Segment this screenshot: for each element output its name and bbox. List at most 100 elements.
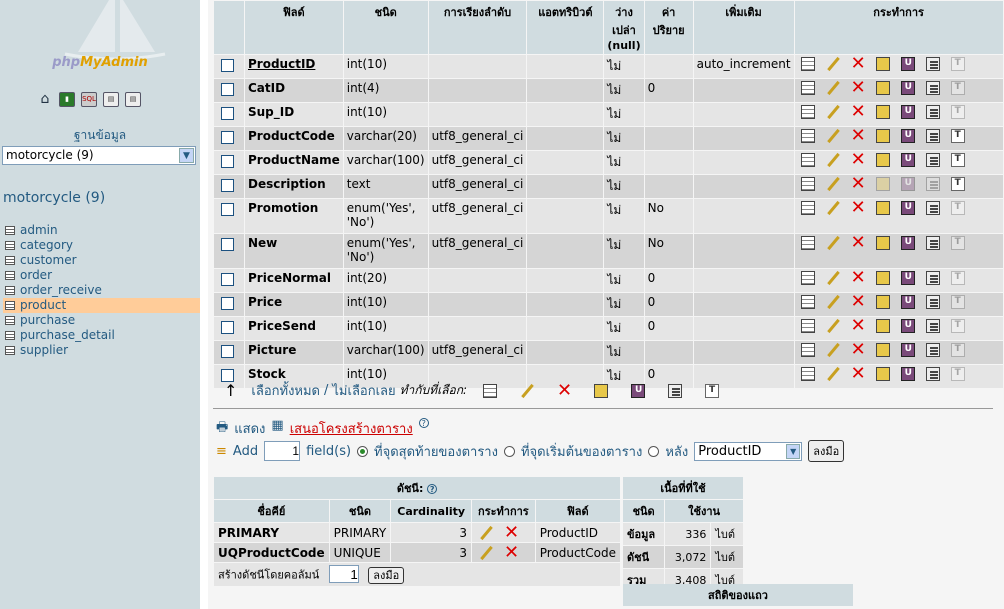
unique-icon[interactable] [900,129,915,143]
drop-icon[interactable]: ✕ [851,55,866,73]
row-checkbox[interactable] [221,83,234,96]
index-icon[interactable] [925,295,940,309]
drop-icon[interactable]: ✕ [851,317,866,335]
row-checkbox[interactable] [221,273,234,286]
table-icon[interactable] [5,301,15,310]
sidebar-item-label[interactable]: category [20,238,73,253]
edit-icon[interactable] [826,367,840,381]
field-count-input[interactable] [264,441,301,461]
index-icon[interactable] [925,236,940,250]
row-checkbox[interactable] [221,203,234,216]
primary-key-icon[interactable] [875,177,890,191]
help-icon[interactable]: ? [418,418,429,428]
sidebar-item-label[interactable]: supplier [20,343,68,358]
index-icon[interactable] [925,129,940,143]
bulk-index-icon[interactable] [668,383,683,398]
unique-icon[interactable] [900,236,915,250]
row-checkbox[interactable] [221,155,234,168]
primary-key-icon[interactable] [875,57,890,71]
sidebar-item-label[interactable]: order_receive [20,283,102,298]
drop-icon[interactable]: ✕ [851,103,866,121]
create-index-go-button[interactable]: ลงมือ [368,566,405,584]
add-field-go-button[interactable]: ลงมือ [808,440,845,462]
primary-key-icon[interactable] [875,319,890,333]
browse-icon[interactable] [800,343,815,357]
drop-icon[interactable]: ✕ [851,127,866,145]
fulltext-icon[interactable] [950,295,965,309]
browse-icon[interactable] [800,295,815,309]
bulk-fulltext-icon[interactable] [705,383,720,398]
fulltext-icon[interactable] [950,57,965,71]
after-field-select[interactable]: ProductID ▼ [694,441,803,461]
propose-structure-icon[interactable]: ▦ [271,418,283,440]
row-checkbox[interactable] [221,321,234,334]
index-icon[interactable] [925,201,940,215]
browse-icon[interactable] [800,201,815,215]
sidebar-item-supplier[interactable]: supplier [3,343,200,358]
sidebar-item-label[interactable]: order [20,268,52,283]
table-icon[interactable] [5,286,15,295]
after-radio[interactable] [648,445,660,457]
bulk-primary-icon[interactable] [594,383,609,398]
sidebar-item-purchase-detail[interactable]: purchase_detail [3,328,200,343]
index-icon[interactable] [925,153,940,167]
primary-key-icon[interactable] [875,153,890,167]
sidebar-item-label[interactable]: admin [20,223,58,238]
phpmyadmin-logo[interactable]: phpMyAdmin [0,55,200,70]
primary-key-icon[interactable] [875,201,890,215]
home-icon[interactable]: ⌂ [37,92,53,107]
primary-key-icon[interactable] [875,295,890,309]
unique-icon[interactable] [900,153,915,167]
unique-icon[interactable] [900,295,915,309]
edit-icon[interactable] [479,546,493,560]
row-checkbox[interactable] [221,179,234,192]
browse-icon[interactable] [800,153,815,167]
unique-icon[interactable] [900,343,915,357]
browse-icon[interactable] [800,367,815,381]
edit-icon[interactable] [826,57,840,71]
edit-icon[interactable] [826,81,840,95]
sql-icon[interactable]: SQL [81,92,97,107]
browse-icon[interactable] [800,57,815,71]
unique-icon[interactable] [900,367,915,381]
primary-key-icon[interactable] [875,343,890,357]
edit-icon[interactable] [826,271,840,285]
edit-icon[interactable] [826,177,840,191]
drop-icon[interactable]: ✕ [851,79,866,97]
bulk-edit-icon[interactable] [520,384,534,398]
row-checkbox[interactable] [221,59,234,72]
unique-icon[interactable] [900,81,915,95]
edit-icon[interactable] [479,526,493,540]
sidebar-item-label[interactable]: purchase [20,313,75,328]
sidebar-item-label[interactable]: purchase_detail [20,328,115,343]
chevron-down-icon[interactable]: ▼ [179,148,194,163]
edit-icon[interactable] [826,319,840,333]
edit-icon[interactable] [826,201,840,215]
unique-icon[interactable] [900,177,915,191]
drop-icon[interactable]: ✕ [504,543,519,561]
sidebar-item-product[interactable]: product [3,298,200,313]
bulk-browse-icon[interactable] [483,383,498,398]
sidebar-item-order[interactable]: order [3,268,200,283]
browse-icon[interactable] [800,236,815,250]
fulltext-icon[interactable] [950,367,965,381]
table-icon[interactable] [5,316,15,325]
primary-key-icon[interactable] [875,129,890,143]
row-checkbox[interactable] [221,107,234,120]
fulltext-icon[interactable] [950,177,965,191]
sidebar-item-label[interactable]: product [20,298,66,313]
unique-icon[interactable] [900,271,915,285]
table-icon[interactable] [5,346,15,355]
create-index-count[interactable] [328,565,359,583]
uncheck-all-link[interactable]: ไม่เลือกเลย [332,380,395,401]
exit-icon[interactable]: ▮ [59,92,75,107]
bulk-drop-icon[interactable]: ✕ [557,381,572,399]
index-icon[interactable] [925,57,940,71]
browse-icon[interactable] [800,105,815,119]
table-icon[interactable] [5,256,15,265]
index-icon[interactable] [925,271,940,285]
unique-icon[interactable] [900,319,915,333]
fulltext-icon[interactable] [950,105,965,119]
table-icon[interactable] [5,241,15,250]
drop-icon[interactable]: ✕ [851,341,866,359]
